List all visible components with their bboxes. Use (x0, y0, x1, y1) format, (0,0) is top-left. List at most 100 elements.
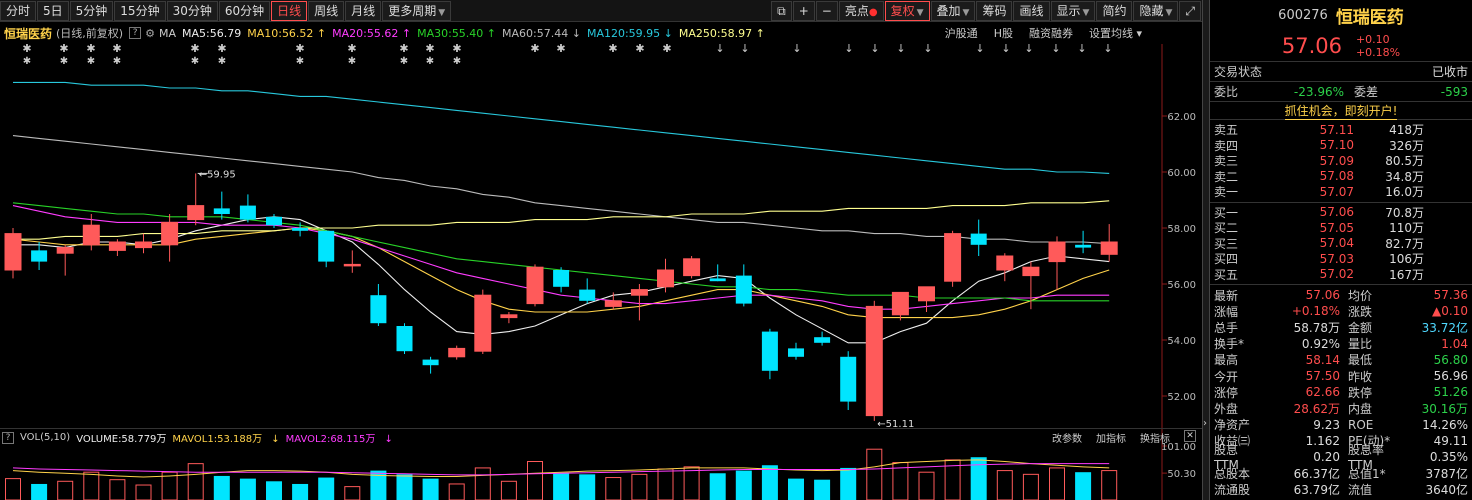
candle[interactable] (318, 230, 335, 268)
candle[interactable] (996, 253, 1014, 282)
candle[interactable] (630, 284, 648, 321)
restore-icon[interactable]: ⧉ (771, 1, 792, 21)
candle[interactable] (657, 258, 674, 293)
link-hk-connect[interactable]: 沪股通 (945, 25, 978, 41)
event-marker[interactable]: ↓ (1051, 44, 1060, 55)
event-marker[interactable]: ↓ (844, 44, 853, 55)
candle[interactable] (683, 256, 701, 279)
event-marker[interactable]: ✱ (426, 56, 434, 67)
event-marker[interactable]: ↓ (792, 44, 801, 55)
bid-row[interactable]: 买五 57.02 167万 (1210, 267, 1472, 283)
event-marker[interactable]: ✱ (662, 44, 671, 55)
event-marker[interactable]: ↓ (1024, 44, 1033, 55)
event-marker[interactable]: ↓ (896, 44, 905, 55)
link-ma-settings[interactable]: 设置均线 ▾ (1089, 25, 1142, 41)
event-marker[interactable]: ✱ (191, 56, 199, 67)
period-tab[interactable]: 周线 (308, 0, 345, 21)
zoom-in-icon[interactable]: + (792, 1, 815, 21)
event-marker[interactable]: ↓ (715, 44, 724, 55)
link-add-indicator[interactable]: 加指标 (1096, 430, 1126, 445)
candle[interactable] (31, 242, 48, 270)
vol-help-icon[interactable]: ? (2, 431, 14, 444)
event-marker[interactable]: ↓ (1103, 44, 1112, 55)
candle[interactable] (891, 291, 909, 321)
collapse-arrow-icon[interactable]: › (1203, 418, 1207, 429)
bid-row[interactable]: 买一 57.06 70.8万 (1210, 205, 1472, 221)
candle[interactable] (1048, 236, 1066, 290)
event-marker[interactable]: ✱ (399, 44, 408, 55)
event-marker[interactable]: ✱ (218, 56, 226, 67)
event-marker[interactable]: ✱ (348, 56, 356, 67)
period-tab[interactable]: 分时 (0, 0, 37, 21)
event-marker[interactable]: ↓ (870, 44, 879, 55)
ask-row[interactable]: 卖二 57.08 34.8万 (1210, 169, 1472, 185)
candle[interactable] (4, 228, 22, 279)
candle[interactable] (396, 323, 413, 354)
candle[interactable] (239, 194, 256, 223)
candle[interactable] (918, 286, 935, 312)
event-marker[interactable]: ✱ (112, 44, 121, 55)
period-tab[interactable]: 更多周期 ▼ (382, 0, 452, 21)
event-marker[interactable]: ✱ (453, 56, 461, 67)
candle[interactable] (108, 239, 126, 256)
period-tab[interactable]: 30分钟 (166, 0, 218, 21)
event-marker[interactable]: ✱ (347, 44, 356, 55)
candle[interactable] (343, 250, 361, 273)
panel-divider[interactable]: › (1202, 0, 1210, 500)
event-marker[interactable]: ↓ (1077, 44, 1086, 55)
event-marker[interactable]: ✱ (400, 56, 408, 67)
event-marker[interactable]: ✱ (425, 44, 434, 55)
event-marker[interactable]: ✱ (635, 44, 644, 55)
event-marker[interactable]: ✱ (23, 56, 31, 67)
event-marker[interactable]: ✱ (296, 56, 304, 67)
ask-row[interactable]: 卖一 57.07 16.0万 (1210, 184, 1472, 200)
bid-row[interactable]: 买四 57.03 106万 (1210, 251, 1472, 267)
simple-button[interactable]: 简约 (1096, 1, 1133, 21)
candle[interactable] (944, 230, 962, 287)
candle[interactable] (56, 244, 74, 276)
period-tab[interactable]: 15分钟 (114, 0, 166, 21)
adjust-button[interactable]: 复权 ▼ (884, 1, 930, 21)
candle[interactable] (526, 264, 544, 307)
bid-row[interactable]: 买二 57.05 110万 (1210, 220, 1472, 236)
promo-link[interactable]: 抓住机会，即刻开户! (1210, 102, 1472, 120)
candle[interactable] (474, 289, 492, 354)
candle[interactable] (553, 267, 570, 293)
event-marker[interactable]: ✱ (608, 44, 617, 55)
event-marker[interactable]: ↓ (975, 44, 984, 55)
event-marker[interactable]: ✱ (217, 44, 226, 55)
candle[interactable] (1100, 224, 1118, 262)
candle[interactable] (579, 278, 596, 304)
candle[interactable] (448, 345, 466, 360)
link-h-share[interactable]: H股 (994, 25, 1013, 41)
ask-row[interactable]: 卖三 57.09 80.5万 (1210, 153, 1472, 169)
ask-row[interactable]: 卖四 57.10 326万 (1210, 138, 1472, 154)
period-tab[interactable]: 月线 (345, 0, 382, 21)
candle[interactable] (370, 284, 387, 326)
chips-button[interactable]: 筹码 (976, 1, 1013, 21)
event-marker[interactable]: ✱ (59, 44, 68, 55)
candle[interactable] (788, 342, 804, 360)
candle[interactable] (814, 331, 831, 346)
event-marker[interactable]: ✱ (60, 56, 68, 67)
event-marker[interactable]: ✱ (556, 44, 565, 55)
gear-icon[interactable]: ⚙ (145, 27, 155, 40)
link-change-indicator[interactable]: 换指标 (1140, 430, 1170, 445)
candle[interactable] (500, 312, 518, 324)
overlay-button[interactable]: 叠加 ▼ (930, 1, 976, 21)
candle[interactable] (970, 219, 987, 256)
candle[interactable] (213, 191, 230, 220)
zoom-out-icon[interactable]: − (815, 1, 838, 21)
event-marker[interactable]: ✱ (295, 44, 304, 55)
event-marker[interactable]: ↓ (740, 44, 749, 55)
period-tab[interactable]: 60分钟 (218, 0, 271, 21)
event-marker[interactable]: ↓ (1001, 44, 1010, 55)
candle[interactable] (187, 173, 205, 226)
candle[interactable] (735, 264, 752, 307)
candle[interactable] (865, 300, 883, 421)
draw-button[interactable]: 画线 (1013, 1, 1050, 21)
display-button[interactable]: 显示 ▼ (1050, 1, 1096, 21)
event-marker[interactable]: ✱ (22, 44, 31, 55)
ask-row[interactable]: 卖五 57.11 418万 (1210, 122, 1472, 138)
event-marker[interactable]: ✱ (86, 44, 95, 55)
